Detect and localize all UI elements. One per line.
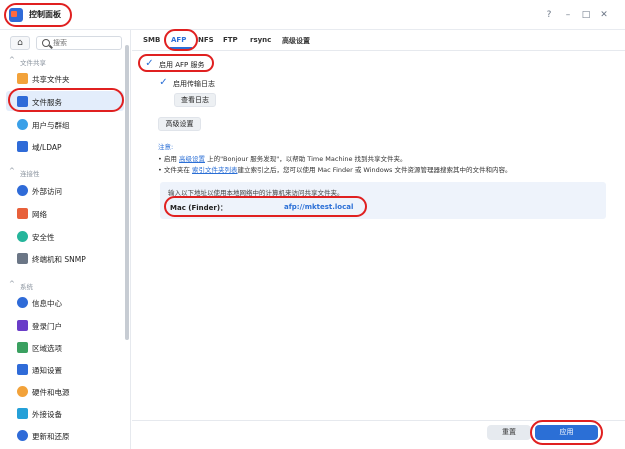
folder-share-icon xyxy=(17,73,28,84)
sidebar-item-label: 共享文件夹 xyxy=(32,75,70,84)
help-icon[interactable]: ? xyxy=(543,9,555,21)
security-icon xyxy=(17,231,28,242)
title-bar xyxy=(0,0,625,30)
users-icon xyxy=(17,119,28,130)
sidebar-item-label: 区域选项 xyxy=(32,344,62,353)
mac-address-highlight xyxy=(164,196,367,217)
sidebar-item-label: 安全性 xyxy=(32,233,55,242)
advanced-settings-button[interactable]: 高级设置 xyxy=(158,117,201,131)
maximize-icon[interactable]: □ xyxy=(580,9,592,21)
login-portal-icon xyxy=(17,320,28,331)
note-title: 注意: xyxy=(158,143,174,151)
tab-nfs[interactable]: NFS xyxy=(198,36,214,44)
sidebar-item-label: 外接设备 xyxy=(32,410,62,419)
hardware-power-icon xyxy=(17,386,28,397)
regional-options-icon xyxy=(17,342,28,353)
sidebar-item-label: 硬件和电源 xyxy=(32,388,70,397)
sidebar-item-label: 网络 xyxy=(32,210,47,219)
sidebar-item-label: 登录门户 xyxy=(32,322,62,331)
notification-icon xyxy=(17,364,28,375)
bullet: • xyxy=(158,155,162,163)
file-services-highlight xyxy=(8,88,124,112)
view-log-button[interactable]: 查看日志 xyxy=(174,93,216,107)
tabs-divider xyxy=(132,50,625,51)
minimize-icon[interactable]: – xyxy=(562,9,574,21)
transfer-log-checkbox[interactable]: ✓ xyxy=(158,77,169,88)
sidebar-item-label: 更新和还原 xyxy=(32,432,70,441)
section-chevron-icon[interactable]: ^ xyxy=(9,280,15,288)
note-line-1-after: 上的"Bonjour 服务发现"，以帮助 Time Machine 找到共享文件… xyxy=(205,155,407,163)
sidebar-scrollbar[interactable] xyxy=(125,45,129,340)
note-line-2: • 文件夹在 索引文件夹列表建立索引之后，您可以使用 Mac Finder 或 … xyxy=(158,164,512,174)
tab-ftp[interactable]: FTP xyxy=(223,36,238,44)
reset-button[interactable]: 重置 xyxy=(487,425,531,440)
tab-smb[interactable]: SMB xyxy=(143,36,160,44)
search-input[interactable] xyxy=(53,39,119,47)
domain-icon xyxy=(17,141,28,152)
title-highlight xyxy=(4,3,72,27)
info-center-icon xyxy=(17,297,28,308)
external-devices-icon xyxy=(17,408,28,419)
sidebar-item-label: 外部访问 xyxy=(32,187,62,196)
tab-advanced[interactable]: 高级设置 xyxy=(282,36,310,46)
network-icon xyxy=(17,208,28,219)
transfer-log-label: 启用传输日志 xyxy=(173,80,215,88)
advanced-settings-link[interactable]: 高级设置 xyxy=(179,155,205,163)
external-access-icon xyxy=(17,185,28,196)
section-chevron-icon[interactable]: ^ xyxy=(9,56,15,64)
search-icon xyxy=(42,39,50,47)
close-icon[interactable]: ✕ xyxy=(598,9,610,21)
note-line-2-before: 文件夹在 xyxy=(163,166,192,174)
note-line-1-before: 启用 xyxy=(163,155,179,163)
sidebar-item-label: 域/LDAP xyxy=(32,143,62,152)
section-system[interactable]: 系统 xyxy=(20,281,33,291)
update-restore-icon xyxy=(17,430,28,441)
note-line-2-after: 建立索引之后，您可以使用 Mac Finder 或 Windows 文件资源管理… xyxy=(237,166,512,174)
sidebar-item-label: 终端机和 SNMP xyxy=(32,255,86,264)
index-folder-list-link[interactable]: 索引文件夹列表 xyxy=(192,166,238,174)
afp-tab-highlight xyxy=(164,29,198,51)
section-connectivity[interactable]: 连接性 xyxy=(20,168,40,178)
sidebar-item-label: 通知设置 xyxy=(32,366,62,375)
tab-rsync[interactable]: rsync xyxy=(250,36,271,44)
note-line-1: • 启用 高级设置 上的"Bonjour 服务发现"，以帮助 Time Mach… xyxy=(158,153,407,163)
apply-highlight xyxy=(530,420,603,445)
enable-afp-highlight xyxy=(138,54,214,72)
sidebar-item-label: 用户与群组 xyxy=(32,121,70,130)
terminal-icon xyxy=(17,253,28,264)
home-icon: ⌂ xyxy=(17,38,23,48)
home-button[interactable]: ⌂ xyxy=(10,36,30,50)
sidebar-item-label: 信息中心 xyxy=(32,299,62,308)
section-file-sharing[interactable]: 文件共享 xyxy=(20,57,46,67)
bullet: • xyxy=(158,166,162,174)
section-chevron-icon[interactable]: ^ xyxy=(9,167,15,175)
